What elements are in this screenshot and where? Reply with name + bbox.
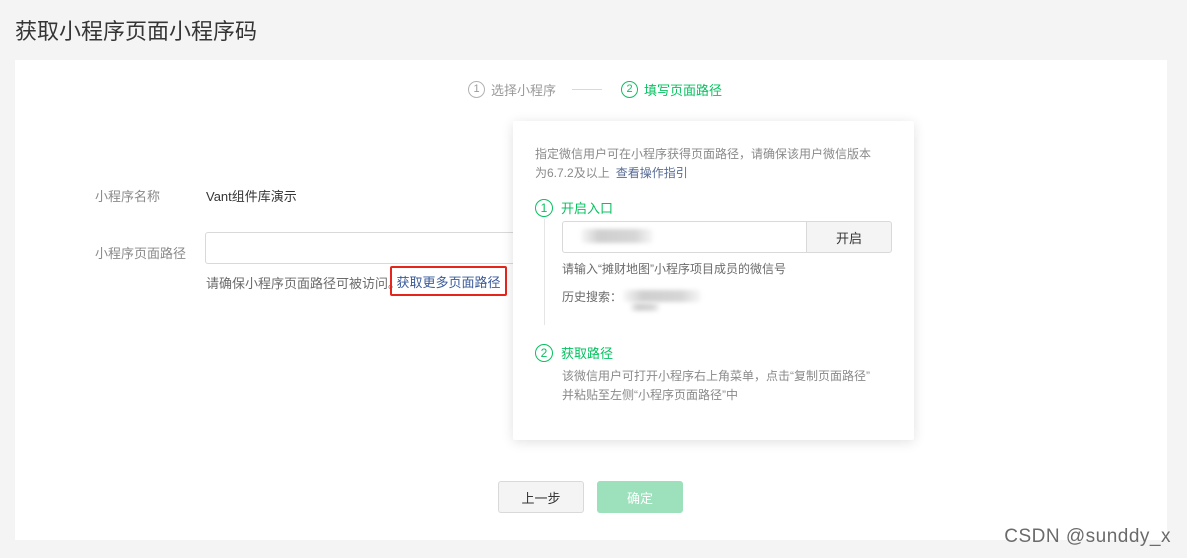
miniprogram-name-label: 小程序名称 [95, 189, 161, 204]
confirm-button[interactable]: 确定 [597, 481, 683, 513]
path-guide-popover: 指定微信用户可在小程序获得页面路径，请确保该用户微信版本 为6.7.2及以上 查看… [513, 121, 914, 440]
redacted-history-item[interactable] [623, 290, 701, 302]
substep-number: 1 [535, 198, 553, 217]
miniprogram-name-value: Vant组件库演示 [206, 189, 297, 204]
page-path-label: 小程序页面路径 [95, 246, 187, 261]
history-label: 历史搜索： [562, 290, 623, 304]
step-number: 2 [621, 80, 639, 98]
popover-description: 指定微信用户可在小程序获得页面路径，请确保该用户微信版本 为6.7.2及以上 查看… [535, 145, 895, 183]
substep-open-entry: 1 开启入口 [535, 198, 613, 217]
popover-desc-line2: 为6.7.2及以上 [535, 166, 610, 180]
open-button[interactable]: 开启 [806, 221, 892, 253]
step-number: 1 [468, 80, 485, 98]
watermark: CSDN @sunddy_x [1004, 526, 1171, 547]
get-path-instruction-line2: 并粘贴至左侧“小程序页面路径”中 [562, 388, 738, 402]
path-hint: 请确保小程序页面路径可被访问。 [206, 273, 401, 292]
page-title: 获取小程序页面小程序码 [15, 19, 258, 44]
substep-title: 开启入口 [561, 201, 614, 216]
step-label: 填写页面路径 [644, 82, 723, 98]
get-more-paths-link[interactable]: 获取更多页面路径 [390, 266, 507, 296]
substep-get-path: 2 获取路径 [535, 343, 613, 362]
substep-connector [544, 219, 545, 325]
guide-link[interactable]: 查看操作指引 [616, 166, 688, 180]
get-path-instruction-line1: 该微信用户可打开小程序右上角菜单，点击“复制页面路径” [562, 369, 870, 383]
page-path-input[interactable] [205, 232, 535, 264]
redacted-wechat-id [581, 229, 653, 243]
step-divider [572, 88, 603, 90]
substep-title: 获取路径 [561, 346, 614, 361]
step-fill-path: 2 填写页面路径 [621, 80, 722, 99]
redacted-history-item-2 [630, 303, 660, 311]
path-hint-text: 请确保小程序页面路径可被访问。 [206, 276, 402, 291]
popover-desc-line1: 指定微信用户可在小程序获得页面路径，请确保该用户微信版本 [535, 147, 872, 161]
stepper: 1 选择小程序 2 填写页面路径 [468, 80, 722, 98]
previous-step-button[interactable]: 上一步 [498, 481, 584, 513]
wechat-id-hint: 请输入“摊财地图”小程序项目成员的微信号 [562, 262, 786, 276]
step-select-miniprogram[interactable]: 1 选择小程序 [468, 80, 556, 99]
step-label: 选择小程序 [491, 82, 557, 98]
substep-number: 2 [535, 343, 553, 362]
